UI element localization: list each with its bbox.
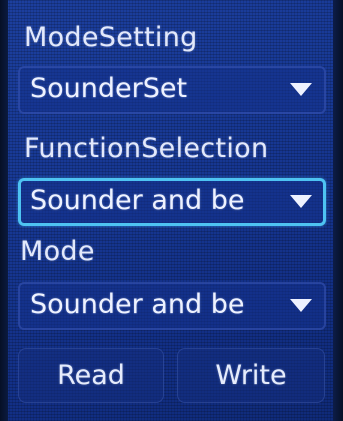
mode-setting-value: SounderSet bbox=[30, 73, 188, 104]
dropdown-arrow-icon bbox=[290, 195, 312, 208]
mode-label: Mode bbox=[20, 236, 95, 267]
bezel-left bbox=[0, 0, 8, 421]
function-selection-value: Sounder and be bbox=[30, 185, 245, 216]
write-button[interactable]: Write bbox=[177, 348, 325, 403]
mode-setting-dropdown[interactable]: SounderSet bbox=[18, 66, 326, 114]
mode-setting-label: ModeSetting bbox=[24, 22, 198, 53]
dropdown-arrow-icon bbox=[290, 83, 312, 96]
dropdown-arrow-icon bbox=[290, 299, 312, 312]
device-screen: ModeSetting SounderSet FunctionSelection… bbox=[0, 0, 343, 421]
bezel-right bbox=[333, 0, 343, 421]
mode-value: Sounder and be bbox=[30, 289, 245, 320]
read-button[interactable]: Read bbox=[18, 348, 164, 403]
function-selection-label: FunctionSelection bbox=[24, 133, 269, 164]
mode-dropdown[interactable]: Sounder and be bbox=[18, 282, 326, 330]
function-selection-dropdown[interactable]: Sounder and be bbox=[18, 178, 326, 226]
